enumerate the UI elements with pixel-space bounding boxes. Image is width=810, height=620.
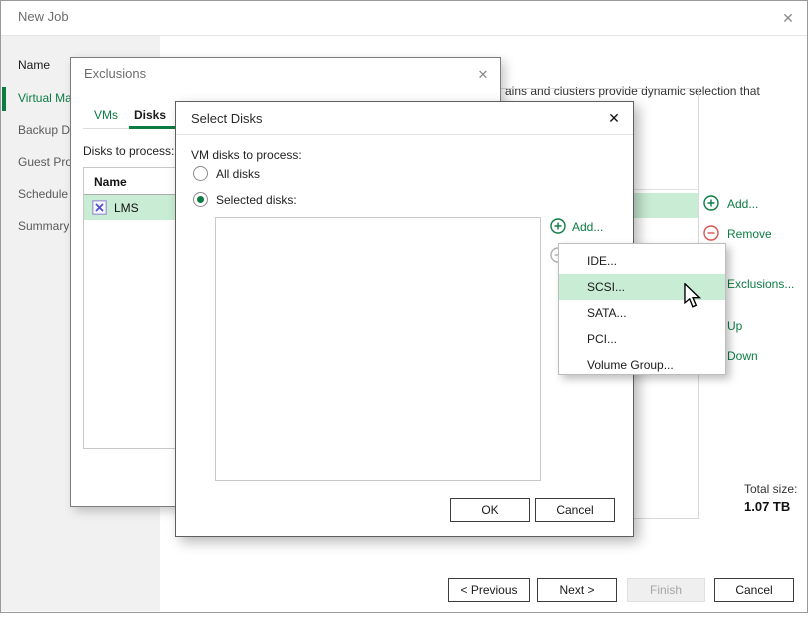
radio-selected-dot	[197, 196, 204, 203]
sidebar-item-summary[interactable]: Summary	[18, 219, 69, 235]
menu-item-pci[interactable]: PCI...	[559, 326, 725, 352]
add-icon	[550, 218, 566, 234]
menu-item-ide[interactable]: IDE...	[559, 248, 725, 274]
window-close-icon[interactable]: ✕	[778, 8, 798, 28]
window-title: New Job	[18, 9, 69, 24]
sidebar-item-backup-destination[interactable]: Backup De	[18, 123, 77, 139]
total-size-value: 1.07 TB	[744, 499, 790, 514]
active-tab-underline	[129, 126, 175, 129]
total-size-label: Total size:	[744, 482, 797, 496]
disks-table-header-name: Name	[94, 175, 127, 189]
exclusions-dialog-title: Exclusions	[84, 66, 146, 81]
all-disks-radio[interactable]	[193, 166, 208, 181]
next-button[interactable]: Next >	[537, 578, 617, 602]
cancel-button-select-disks[interactable]: Cancel	[535, 498, 615, 522]
remove-button[interactable]: Remove	[727, 227, 772, 241]
exclusions-button[interactable]: Exclusions...	[727, 277, 794, 291]
mouse-cursor-icon	[684, 283, 701, 309]
table-row-label: LMS	[114, 201, 139, 215]
exclusions-close-icon[interactable]: ✕	[473, 65, 493, 85]
cancel-button[interactable]: Cancel	[714, 578, 794, 602]
previous-button[interactable]: < Previous	[448, 578, 530, 602]
excluded-disk-icon	[92, 200, 107, 215]
finish-button: Finish	[627, 578, 705, 602]
tab-vms[interactable]: VMs	[94, 108, 118, 126]
sidebar-item-name[interactable]: Name	[18, 58, 50, 74]
disks-to-process-label: Disks to process:	[83, 144, 174, 158]
up-button[interactable]: Up	[727, 319, 742, 333]
add-icon	[703, 195, 719, 211]
add-button[interactable]: Add...	[727, 197, 758, 211]
selected-disks-listbox[interactable]	[215, 217, 541, 481]
current-step-marker	[2, 87, 6, 111]
remove-icon	[703, 225, 719, 241]
selected-disks-radio[interactable]	[193, 192, 208, 207]
sidebar-item-virtual-machines[interactable]: Virtual Ma	[18, 91, 72, 107]
ok-button[interactable]: OK	[450, 498, 530, 522]
menu-item-volume-group[interactable]: Volume Group...	[559, 352, 725, 378]
select-disks-title: Select Disks	[191, 111, 263, 126]
all-disks-label[interactable]: All disks	[216, 167, 260, 181]
add-disk-context-menu: IDE... SCSI... SATA... PCI... Volume Gro…	[558, 243, 726, 375]
select-disks-close-icon[interactable]: ✕	[604, 108, 624, 128]
title-separator	[176, 134, 633, 135]
vm-disks-to-process-label: VM disks to process:	[191, 148, 302, 162]
selected-disks-label[interactable]: Selected disks:	[216, 193, 297, 207]
tab-disks[interactable]: Disks	[134, 108, 166, 126]
add-disk-button[interactable]: Add...	[572, 220, 603, 234]
titlebar	[1, 1, 807, 36]
down-button[interactable]: Down	[727, 349, 758, 363]
sidebar-item-schedule[interactable]: Schedule	[18, 187, 68, 203]
